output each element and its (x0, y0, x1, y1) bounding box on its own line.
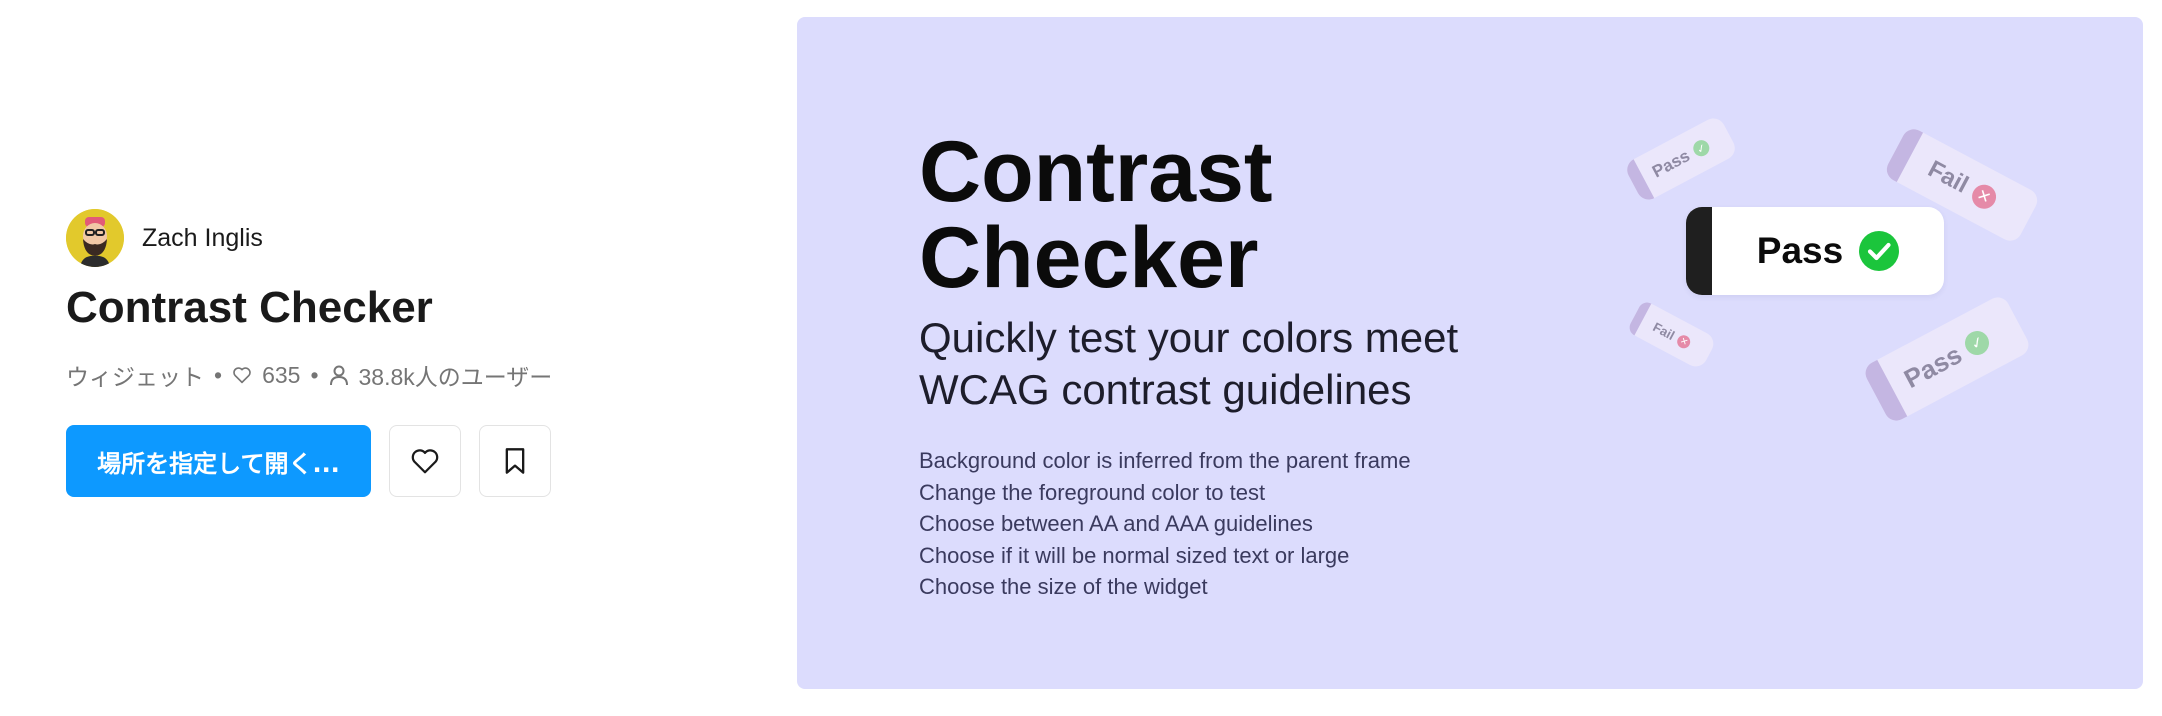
avatar[interactable] (66, 209, 124, 267)
chip-edge (1882, 125, 1924, 183)
pass-chip: Pass ✓ (1861, 293, 2033, 425)
banner-title-line: Contrast (919, 124, 1273, 220)
chip-label: Fail (1923, 155, 1973, 199)
chip-edge (1626, 299, 1652, 336)
pill-label: Pass (1756, 230, 1844, 271)
open-in-button[interactable]: 場所を指定して開く... (66, 425, 371, 497)
user-icon (329, 365, 348, 386)
author-name[interactable]: Zach Inglis (142, 224, 263, 253)
chip-label: Pass (1649, 146, 1694, 182)
feature-item: Choose between AA and AAA guidelines (919, 511, 1313, 536)
pass-pill: Pass (1686, 207, 1944, 295)
check-circle-icon (1859, 231, 1900, 271)
bookmark-icon (505, 448, 525, 474)
close-icon: ✕ (1675, 332, 1693, 351)
avatar-illustration-icon (66, 209, 124, 267)
fail-chip: Fail ✕ (1626, 299, 1718, 371)
banner-subtitle: Quickly test your colors meet WCAG contr… (919, 312, 1619, 416)
user-count: 38.8k人のユーザー (358, 364, 553, 390)
meta-row: ウィジェット • 635 • 38.8k人のユーザー (66, 358, 552, 392)
pill-edge (1686, 207, 1712, 295)
feature-item: Choose if it will be normal sized text o… (919, 542, 1350, 568)
meta-separator: • (310, 361, 319, 388)
banner-subtitle-line: WCAG contrast guidelines (919, 366, 1412, 413)
close-icon: ✕ (1967, 180, 2001, 213)
banner-title-line: Checker (919, 210, 1259, 306)
meta-separator: • (214, 361, 223, 388)
cover-image: Contrast Checker Quickly test your color… (797, 17, 2143, 689)
check-icon: ✓ (1961, 326, 1994, 360)
feature-item: Choose the size of the widget (919, 574, 1208, 599)
feature-list: Background color is inferred from the pa… (919, 445, 1411, 603)
chip-label: Pass (1898, 338, 1967, 394)
author-row[interactable]: Zach Inglis (66, 209, 263, 267)
feature-item: Background color is inferred from the pa… (919, 448, 1411, 473)
heart-icon (233, 367, 251, 384)
like-count: 635 (262, 361, 301, 388)
banner-title: Contrast Checker (919, 129, 1273, 301)
resource-type: ウィジェット (66, 364, 204, 390)
banner-subtitle-line: Quickly test your colors meet (919, 314, 1459, 361)
check-icon: ✓ (1690, 137, 1712, 160)
pass-chip: Pass ✓ (1622, 114, 1740, 204)
bookmark-button[interactable] (479, 425, 551, 497)
chip-label: Fail (1650, 318, 1678, 343)
heart-icon (411, 449, 439, 474)
page-title: Contrast Checker (66, 283, 433, 332)
feature-item: Change the foreground color to test (919, 479, 1266, 505)
action-bar: 場所を指定して開く... (66, 425, 551, 497)
like-button[interactable] (389, 425, 461, 497)
